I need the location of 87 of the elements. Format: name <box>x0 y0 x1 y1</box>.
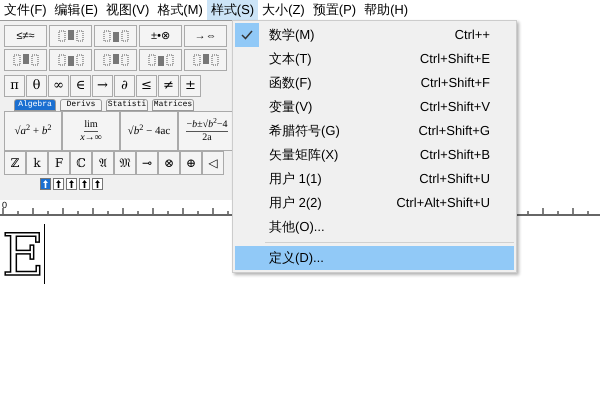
menu-bar-item[interactable]: 格式(M) <box>153 0 207 20</box>
menu-item[interactable]: 希腊符号(G) Ctrl+Shift+G <box>235 119 514 143</box>
menu-bar-item[interactable]: 预置(P) <box>308 0 360 20</box>
symbol-button[interactable]: ≤ <box>136 75 157 97</box>
menu-item[interactable]: 数学(M) Ctrl++ <box>235 23 514 47</box>
menu-bar-item[interactable]: 编辑(E) <box>50 0 102 20</box>
symbol-button[interactable]: ⊸ <box>136 151 158 175</box>
checkmark-icon <box>241 30 253 40</box>
size-tab[interactable] <box>79 178 90 190</box>
template-icon <box>12 53 38 67</box>
shortcut-label: Ctrl+Shift+U <box>419 170 490 188</box>
symbol-button[interactable]: ⊗ <box>158 151 180 175</box>
shortcut-label: Ctrl+Shift+G <box>418 122 490 140</box>
shortcut-label: Ctrl++ <box>454 26 490 44</box>
template-icon <box>192 53 218 67</box>
text-cursor <box>44 224 46 284</box>
menu-item[interactable]: 其他(O)... <box>235 215 514 239</box>
symbol-button[interactable]: ∞ <box>48 75 69 97</box>
menu-item-label: 文本(T) <box>269 50 312 68</box>
menu-item-label: 矢量矩阵(X) <box>269 146 338 164</box>
symbol-button[interactable]: ∂ <box>114 75 135 97</box>
symbol-button[interactable]: k <box>26 151 48 175</box>
template-icon <box>102 29 128 43</box>
menu-bar-item[interactable]: 帮助(H) <box>360 0 412 20</box>
template-icon <box>58 29 84 43</box>
menu-item-label: 函数(F) <box>269 74 312 92</box>
symbol-button[interactable]: ≠ <box>158 75 179 97</box>
menu-bar-item[interactable]: 大小(Z) <box>258 0 309 20</box>
menu-bar-item[interactable]: 样式(S) <box>206 0 258 20</box>
symbol-button[interactable]: 𝔄 <box>92 151 114 175</box>
menu-item-label: 用户 1(1) <box>269 170 322 188</box>
symbol-button[interactable]: ⊕ <box>180 151 202 175</box>
symbol-button[interactable]: ◁ <box>202 151 224 175</box>
shortcut-label: Ctrl+Shift+B <box>420 146 490 164</box>
menu-bar-item[interactable]: 视图(V) <box>102 0 154 20</box>
template-icon <box>58 53 84 67</box>
symbol-button[interactable]: ∈ <box>70 75 91 97</box>
palette-button[interactable]: →⇔ <box>184 25 227 47</box>
menu-item[interactable]: 用户 2(2) Ctrl+Alt+Shift+U <box>235 191 514 215</box>
size-tab[interactable] <box>66 178 77 190</box>
palette-button[interactable] <box>4 49 47 71</box>
menu-item-label: 希腊符号(G) <box>269 122 340 140</box>
palette-button[interactable] <box>139 49 182 71</box>
shortcut-label: Ctrl+Alt+Shift+U <box>396 194 490 212</box>
palette-button[interactable] <box>49 49 92 71</box>
menu-item-label: 其他(O)... <box>269 218 325 236</box>
size-tab[interactable] <box>53 178 64 190</box>
palette-button[interactable]: ±•⊗ <box>139 25 182 47</box>
symbol-button[interactable]: → <box>92 75 113 97</box>
template-icon <box>148 53 174 67</box>
document-text: E <box>2 224 44 286</box>
menu-item-label: 用户 2(2) <box>269 194 322 212</box>
shortcut-label: Ctrl+Shift+V <box>420 98 490 116</box>
menu-item[interactable]: 定义(D)... <box>235 246 514 270</box>
ruler-label: 0 <box>2 200 8 210</box>
palette-button[interactable] <box>94 49 137 71</box>
palette-tab[interactable]: Algebra <box>14 99 56 111</box>
menu-item[interactable]: 用户 1(1) Ctrl+Shift+U <box>235 167 514 191</box>
palette-tab[interactable]: Derivs <box>60 99 102 111</box>
menu-item[interactable]: 函数(F) Ctrl+Shift+F <box>235 71 514 95</box>
menu-bar-item[interactable]: 文件(F) <box>0 0 51 20</box>
symbol-button[interactable]: ℤ <box>4 151 26 175</box>
symbol-button[interactable]: θ <box>26 75 47 97</box>
symbol-button[interactable]: F <box>48 151 70 175</box>
menu-item[interactable]: 矢量矩阵(X) Ctrl+Shift+B <box>235 143 514 167</box>
palette-button[interactable] <box>49 25 92 47</box>
menu-item-label: 变量(V) <box>269 98 312 116</box>
menu-item-label: 数学(M) <box>269 26 314 44</box>
symbol-button[interactable]: 𝔐 <box>114 151 136 175</box>
menu-item[interactable]: 文本(T) Ctrl+Shift+E <box>235 47 514 71</box>
menu-item[interactable]: 变量(V) Ctrl+Shift+V <box>235 95 514 119</box>
palette-button[interactable]: ≤≠≈ <box>4 25 47 47</box>
palette-button[interactable] <box>184 49 227 71</box>
symbol-button[interactable]: ± <box>180 75 201 97</box>
template-button[interactable]: √b$^{2}$ − 4ac <box>120 111 178 151</box>
template-icon <box>102 53 128 67</box>
size-tab[interactable] <box>92 178 103 190</box>
symbol-button[interactable]: π <box>4 75 25 97</box>
palette-tab[interactable]: Matrices <box>152 99 194 111</box>
symbol-button[interactable]: ℂ <box>70 151 92 175</box>
menu-item-label: 定义(D)... <box>269 249 324 268</box>
template-button[interactable]: lim x→∞ <box>62 111 120 151</box>
palette-tab[interactable]: Statisti <box>106 99 148 111</box>
shortcut-label: Ctrl+Shift+E <box>420 50 490 68</box>
palette-button[interactable] <box>94 25 137 47</box>
shortcut-label: Ctrl+Shift+F <box>420 74 490 92</box>
template-button[interactable]: √a$^{2}$ + b$^{2}$ <box>4 111 62 151</box>
